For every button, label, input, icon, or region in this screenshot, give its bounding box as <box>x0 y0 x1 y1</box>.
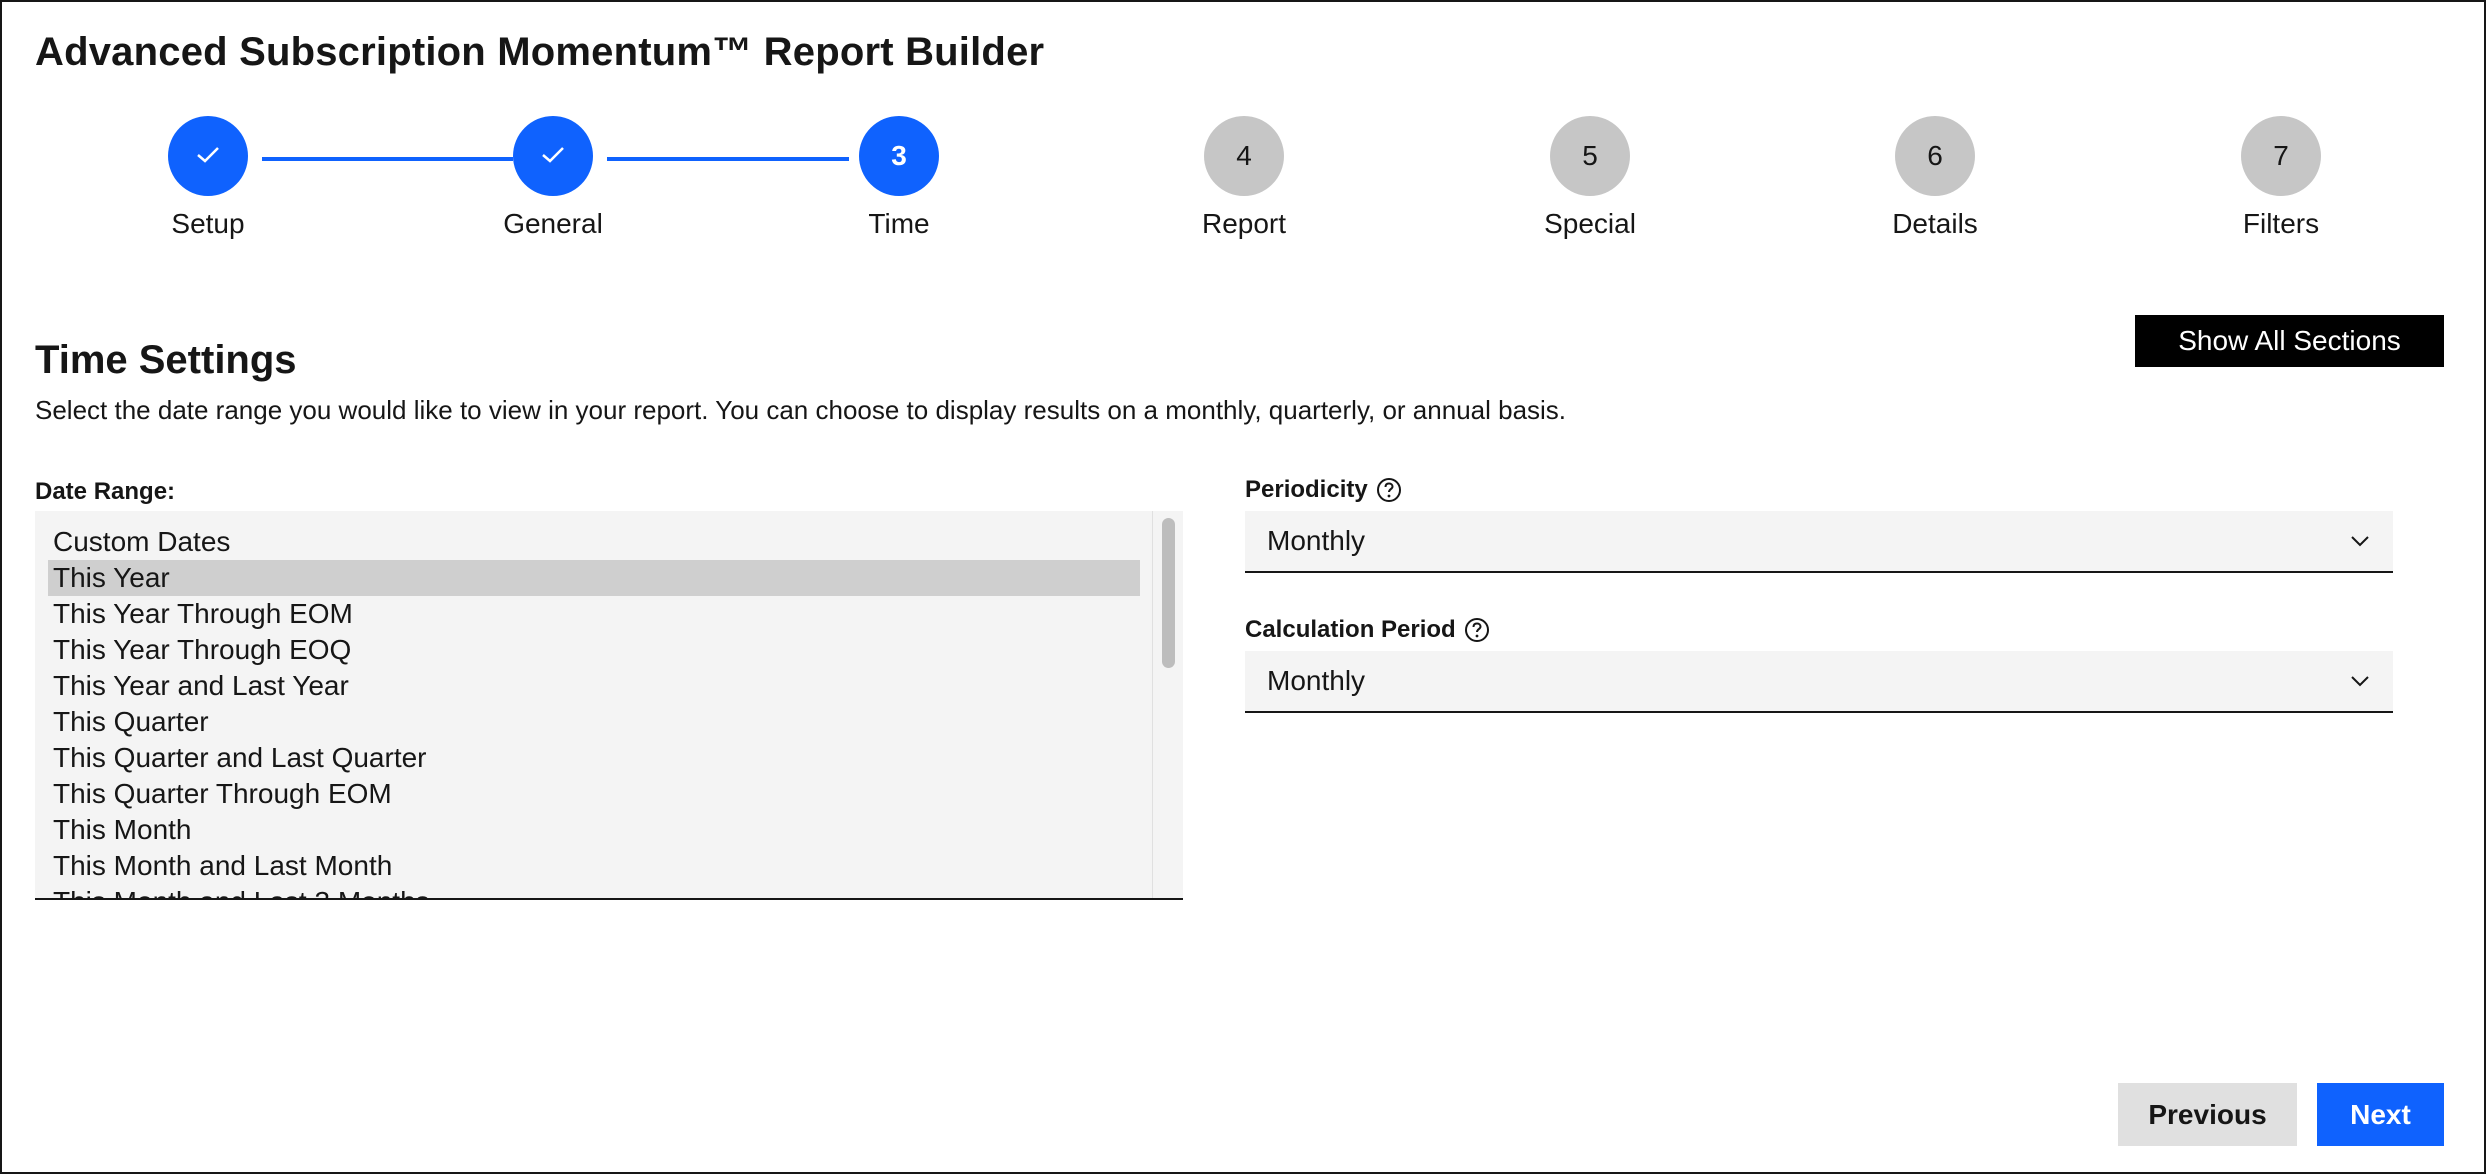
periodicity-label: Periodicity <box>1245 476 1402 504</box>
step-number: 3 <box>859 116 939 196</box>
show-all-sections-button[interactable]: Show All Sections <box>2135 315 2444 367</box>
calculation-period-select[interactable]: Monthly <box>1245 651 2393 713</box>
date-range-option[interactable]: This Year Through EOM <box>48 596 1140 632</box>
periodicity-label-text: Periodicity <box>1245 476 1368 503</box>
next-button[interactable]: Next <box>2317 1083 2444 1146</box>
step-number: 5 <box>1550 116 1630 196</box>
step-number: 4 <box>1204 116 1284 196</box>
step-label: Time <box>868 208 930 239</box>
step-label: Filters <box>2242 208 2320 239</box>
date-range-option[interactable]: This Quarter and Last Quarter <box>48 740 1140 776</box>
step-details[interactable]: 6 Details <box>1835 116 2035 240</box>
step-label: Details <box>1892 208 1978 239</box>
step-general[interactable]: General <box>453 116 653 240</box>
calculation-period-value: Monthly <box>1267 665 1366 696</box>
step-number: 6 <box>1895 116 1975 196</box>
date-range-options: Custom Dates This Year This Year Through… <box>48 524 1140 898</box>
date-range-label-text: Date Range: <box>35 478 176 505</box>
question-circle-icon[interactable] <box>1376 477 1402 503</box>
calculation-period-label: Calculation Period <box>1245 616 1490 644</box>
date-range-option-selected[interactable]: This Year <box>48 560 1140 596</box>
periodicity-value: Monthly <box>1267 525 1366 556</box>
section-title: Time Settings <box>35 338 297 382</box>
step-label: Setup <box>171 208 245 239</box>
date-range-option[interactable]: This Quarter Through EOM <box>48 776 1140 812</box>
date-range-option[interactable]: Custom Dates <box>48 524 1140 560</box>
listbox-scrollbar-thumb[interactable] <box>1162 518 1175 668</box>
progress-stepper: Setup General 3 Time 4 Report 5 Special … <box>2 116 2484 256</box>
step-filters[interactable]: 7 Filters <box>2181 116 2381 240</box>
date-range-option[interactable]: This Month <box>48 812 1140 848</box>
step-label: Special <box>1544 208 1636 239</box>
chevron-down-icon <box>2349 670 2371 692</box>
previous-button[interactable]: Previous <box>2118 1083 2297 1146</box>
page-title: Advanced Subscription Momentum™ Report B… <box>35 30 1045 74</box>
checkmark-icon <box>195 140 221 172</box>
step-circle <box>513 116 593 196</box>
step-label: Report <box>1201 208 1287 239</box>
listbox-scrollbar[interactable] <box>1152 511 1183 898</box>
step-time[interactable]: 3 Time <box>799 116 999 240</box>
step-label: General <box>503 208 603 239</box>
calculation-period-label-text: Calculation Period <box>1245 616 1456 643</box>
step-special[interactable]: 5 Special <box>1490 116 1690 240</box>
date-range-option[interactable]: This Year Through EOQ <box>48 632 1140 668</box>
date-range-listbox[interactable]: Custom Dates This Year This Year Through… <box>35 511 1183 900</box>
step-setup[interactable]: Setup <box>108 116 308 240</box>
date-range-label: Date Range: <box>35 478 175 506</box>
date-range-option[interactable]: This Month and Last 3 Months <box>48 884 1140 898</box>
date-range-option[interactable]: This Year and Last Year <box>48 668 1140 704</box>
periodicity-select[interactable]: Monthly <box>1245 511 2393 573</box>
step-number: 7 <box>2241 116 2321 196</box>
chevron-down-icon <box>2349 530 2371 552</box>
checkmark-icon <box>540 140 566 172</box>
question-circle-icon[interactable] <box>1464 617 1490 643</box>
report-builder-window: Advanced Subscription Momentum™ Report B… <box>0 0 2486 1174</box>
date-range-option[interactable]: This Quarter <box>48 704 1140 740</box>
section-description: Select the date range you would like to … <box>35 395 1567 425</box>
step-report[interactable]: 4 Report <box>1144 116 1344 240</box>
step-circle <box>168 116 248 196</box>
date-range-option[interactable]: This Month and Last Month <box>48 848 1140 884</box>
